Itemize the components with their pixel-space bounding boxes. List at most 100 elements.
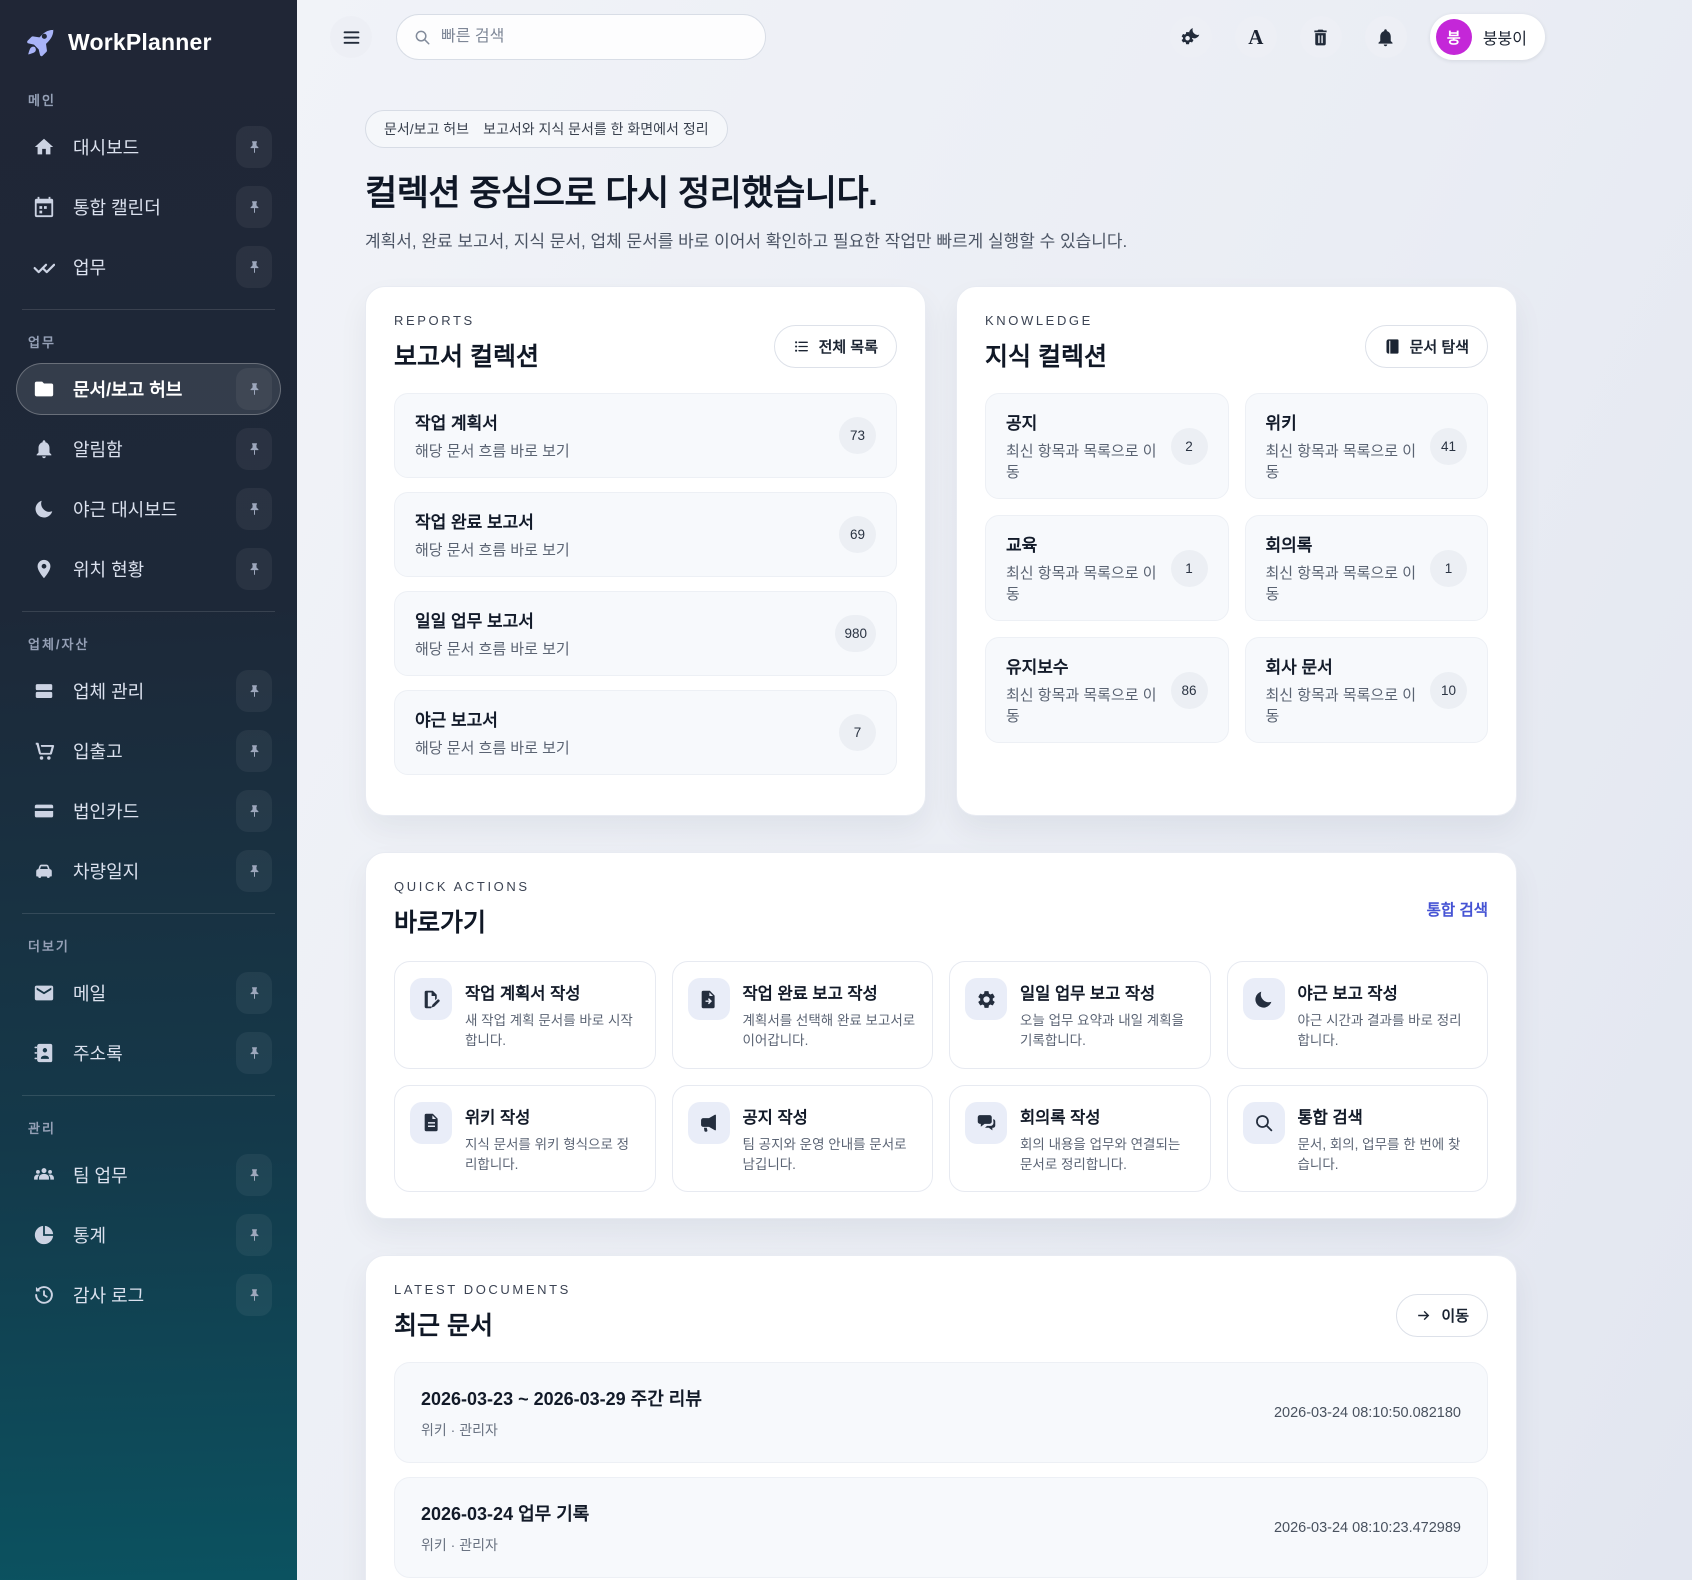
collections-row: REPORTS 보고서 컬렉션 전체 목록 작업 계획서 해당 문서 흐름 바로… xyxy=(365,286,1517,816)
quick-actions-eyebrow: QUICK ACTIONS xyxy=(394,879,530,894)
quick-action-write-minutes[interactable]: 회의록 작성 회의 내용을 업무와 연결되는 문서로 정리합니다. xyxy=(949,1085,1211,1193)
folder-icon xyxy=(33,378,55,400)
trash-icon xyxy=(1310,27,1331,48)
quick-action-unified-search[interactable]: 통합 검색 문서, 회의, 업무를 한 번에 찾습니다. xyxy=(1227,1085,1489,1193)
sidebar-item-contacts[interactable]: 주소록 xyxy=(16,1027,281,1079)
latest-documents-card: LATEST DOCUMENTS 최근 문서 이동 2026-03-23 ~ 2… xyxy=(365,1255,1517,1580)
quick-action-write-work-plan[interactable]: 작업 계획서 작성 새 작업 계획 문서를 바로 시작합니다. xyxy=(394,961,656,1069)
sidebar-item-corp-card[interactable]: 법인카드 xyxy=(16,785,281,837)
doc-timestamp: 2026-03-24 08:10:50.082180 xyxy=(1274,1405,1461,1421)
report-item-work-plan[interactable]: 작업 계획서 해당 문서 흐름 바로 보기 73 xyxy=(394,393,897,478)
search-icon xyxy=(413,28,431,46)
app-logo[interactable]: WorkPlanner xyxy=(16,22,281,68)
sidebar-item-location[interactable]: 위치 현황 xyxy=(16,543,281,595)
pushpin-icon xyxy=(247,200,262,215)
sidebar-item-vendor-mgmt[interactable]: 업체 관리 xyxy=(16,665,281,717)
sidebar-item-doc-report-hub[interactable]: 문서/보고 허브 xyxy=(16,363,281,415)
pin-button[interactable] xyxy=(236,730,272,772)
sidebar-item-inbox[interactable]: 알림함 xyxy=(16,423,281,475)
chat-icon xyxy=(965,1102,1007,1144)
search-input[interactable] xyxy=(441,28,749,46)
knowledge-item-wiki[interactable]: 위키 최신 항목과 목록으로 이동 41 xyxy=(1245,393,1489,499)
knowledge-item-company-docs[interactable]: 회사 문서 최신 항목과 목록으로 이동 10 xyxy=(1245,637,1489,743)
sidebar-item-team-tasks[interactable]: 팀 업무 xyxy=(16,1149,281,1201)
pin-button[interactable] xyxy=(236,548,272,590)
gear-moon-icon xyxy=(1180,27,1201,48)
count-badge: 1 xyxy=(1171,550,1208,587)
quick-action-write-wiki[interactable]: 위키 작성 지식 문서를 위키 형식으로 정리합니다. xyxy=(394,1085,656,1193)
trash-button[interactable] xyxy=(1300,16,1342,58)
pin-button[interactable] xyxy=(236,850,272,892)
sidebar-item-statistics[interactable]: 통계 xyxy=(16,1209,281,1261)
pin-button[interactable] xyxy=(236,670,272,712)
knowledge-item-notice[interactable]: 공지 최신 항목과 목록으로 이동 2 xyxy=(985,393,1229,499)
user-name: 붕붕이 xyxy=(1483,25,1527,49)
quick-action-write-overtime-report[interactable]: 야근 보고 작성 야근 시간과 결과를 바로 정리합니다. xyxy=(1227,961,1489,1069)
quick-actions-card: QUICK ACTIONS 바로가기 통합 검색 작업 계획서 작성 새 작업 … xyxy=(365,852,1517,1219)
team-icon xyxy=(33,1164,55,1186)
reports-title: 보고서 컬렉션 xyxy=(394,337,539,373)
pin-button[interactable] xyxy=(236,126,272,168)
count-badge: 10 xyxy=(1430,672,1467,709)
count-badge: 980 xyxy=(835,615,876,652)
pin-button[interactable] xyxy=(236,186,272,228)
knowledge-item-education[interactable]: 교육 최신 항목과 목록으로 이동 1 xyxy=(985,515,1229,621)
pin-button[interactable] xyxy=(236,368,272,410)
pushpin-icon xyxy=(247,442,262,457)
sidebar-section-work: 업무 xyxy=(28,332,269,351)
pin-button[interactable] xyxy=(236,246,272,288)
quick-action-write-notice[interactable]: 공지 작성 팀 공지와 운영 안내를 문서로 남깁니다. xyxy=(672,1085,934,1193)
knowledge-title: 지식 컬렉션 xyxy=(985,337,1107,373)
report-item-completion[interactable]: 작업 완료 보고서 해당 문서 흐름 바로 보기 69 xyxy=(394,492,897,577)
unified-search-link[interactable]: 통합 검색 xyxy=(1427,898,1488,920)
reports-eyebrow: REPORTS xyxy=(394,313,539,328)
pin-button[interactable] xyxy=(236,1154,272,1196)
arrow-right-icon xyxy=(1415,1307,1432,1324)
reports-all-list-button[interactable]: 전체 목록 xyxy=(774,325,897,368)
moon-icon xyxy=(1243,978,1285,1020)
pin-button[interactable] xyxy=(236,1274,272,1316)
pushpin-icon xyxy=(247,1288,262,1303)
sidebar-item-dashboard[interactable]: 대시보드 xyxy=(16,121,281,173)
sidebar-item-calendar[interactable]: 통합 캘린더 xyxy=(16,181,281,233)
quick-action-write-completion-report[interactable]: 작업 완료 보고 작성 계획서를 선택해 완료 보고서로 이어갑니다. xyxy=(672,961,934,1069)
pushpin-icon xyxy=(247,986,262,1001)
hero-badge-primary: 문서/보고 허브 xyxy=(384,119,469,139)
map-pin-icon xyxy=(33,558,55,580)
report-item-daily[interactable]: 일일 업무 보고서 해당 문서 흐름 바로 보기 980 xyxy=(394,591,897,676)
latest-doc-row[interactable]: 2026-03-24 업무 기록 위키 · 관리자 2026-03-24 08:… xyxy=(394,1477,1488,1578)
font-size-button[interactable]: A xyxy=(1235,16,1277,58)
sidebar-divider xyxy=(22,1095,275,1096)
theme-toggle-button[interactable] xyxy=(1170,16,1212,58)
sidebar-item-mail[interactable]: 메일 xyxy=(16,967,281,1019)
sidebar-item-inventory[interactable]: 입출고 xyxy=(16,725,281,777)
quick-actions-title: 바로가기 xyxy=(394,903,530,939)
count-badge: 73 xyxy=(839,417,876,454)
user-menu[interactable]: 붕 붕붕이 xyxy=(1430,14,1545,60)
pin-button[interactable] xyxy=(236,972,272,1014)
knowledge-explore-button[interactable]: 문서 탐색 xyxy=(1365,325,1488,368)
server-icon xyxy=(33,680,55,702)
sidebar-item-night-dashboard[interactable]: 야근 대시보드 xyxy=(16,483,281,535)
pin-button[interactable] xyxy=(236,1032,272,1074)
notifications-button[interactable] xyxy=(1365,16,1407,58)
hamburger-menu-button[interactable] xyxy=(330,16,372,58)
report-item-overtime[interactable]: 야근 보고서 해당 문서 흐름 바로 보기 7 xyxy=(394,690,897,775)
pin-button[interactable] xyxy=(236,1214,272,1256)
pin-button[interactable] xyxy=(236,428,272,470)
sidebar-item-tasks[interactable]: 업무 xyxy=(16,241,281,293)
sidebar-divider xyxy=(22,309,275,310)
megaphone-icon xyxy=(688,1102,730,1144)
knowledge-item-minutes[interactable]: 회의록 최신 항목과 목록으로 이동 1 xyxy=(1245,515,1489,621)
pin-button[interactable] xyxy=(236,790,272,832)
latest-doc-row[interactable]: 2026-03-23 ~ 2026-03-29 주간 리뷰 위키 · 관리자 2… xyxy=(394,1362,1488,1463)
sidebar-item-audit-log[interactable]: 감사 로그 xyxy=(16,1269,281,1321)
knowledge-item-maintenance[interactable]: 유지보수 최신 항목과 목록으로 이동 86 xyxy=(985,637,1229,743)
doc-lines-icon xyxy=(410,1102,452,1144)
pushpin-icon xyxy=(247,864,262,879)
count-badge: 7 xyxy=(839,714,876,751)
sidebar-item-vehicle-log[interactable]: 차량일지 xyxy=(16,845,281,897)
latest-go-button[interactable]: 이동 xyxy=(1396,1294,1488,1337)
quick-action-write-daily-report[interactable]: 일일 업무 보고 작성 오늘 업무 요약과 내일 계획을 기록합니다. xyxy=(949,961,1211,1069)
pin-button[interactable] xyxy=(236,488,272,530)
